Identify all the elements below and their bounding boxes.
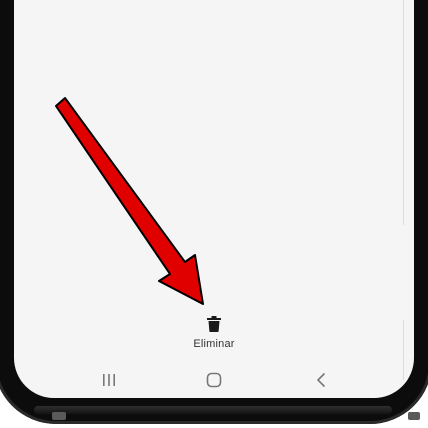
phone-speaker-left [52,412,66,420]
phone-speaker-right [408,412,420,420]
navigation-bar [14,366,414,394]
delete-button[interactable]: Eliminar [180,316,248,356]
delete-label: Eliminar [193,338,235,350]
recents-button[interactable] [89,366,129,394]
back-icon [317,373,325,387]
trash-icon [207,316,221,332]
home-icon [206,372,222,388]
screenshot-stage: Eliminar [0,0,428,428]
phone-bottom-edge [34,406,392,414]
recents-icon [103,374,115,386]
screen-edge-highlight [403,0,404,225]
home-button[interactable] [194,366,234,394]
phone-screen: Eliminar [14,0,414,398]
back-button[interactable] [301,366,341,394]
